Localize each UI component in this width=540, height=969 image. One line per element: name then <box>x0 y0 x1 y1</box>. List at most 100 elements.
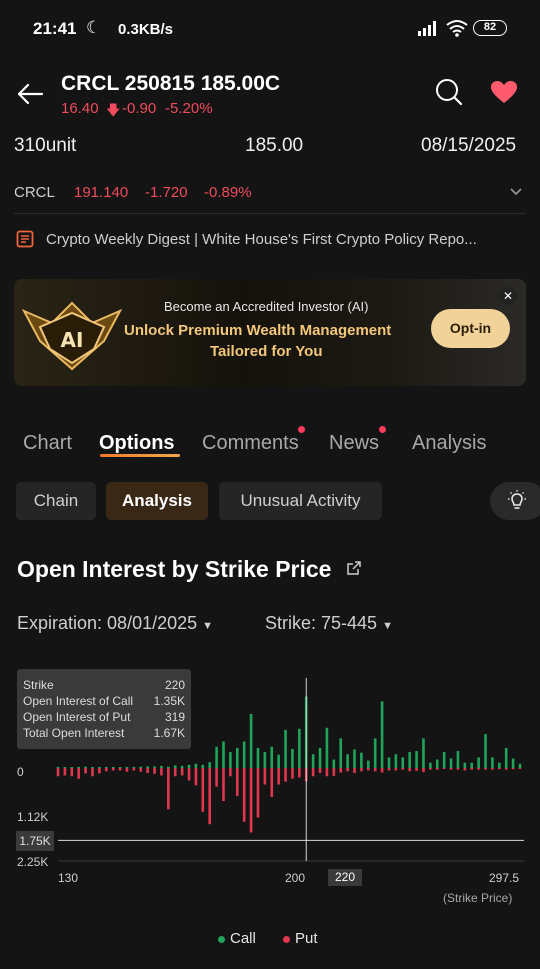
put-bar <box>63 768 67 776</box>
tooltip-value: 319 <box>164 710 185 724</box>
put-bar <box>511 768 515 770</box>
call-bar <box>263 752 267 768</box>
put-bar <box>456 768 460 770</box>
underlying-change-pct: -0.89% <box>204 184 252 201</box>
tab-comments[interactable]: Comments <box>202 432 299 455</box>
call-bar <box>291 748 294 768</box>
search-icon[interactable] <box>435 78 463 106</box>
put-bar <box>470 768 474 770</box>
put-bar <box>498 768 501 770</box>
call-bar <box>387 757 391 768</box>
x-tick-label: 297.5 <box>489 871 520 885</box>
tooltip-label: Open Interest of Put <box>23 710 131 724</box>
tooltip-value: 1.67K <box>153 726 185 740</box>
x-tick-label: 200 <box>285 871 306 885</box>
put-bar <box>311 768 315 777</box>
put-bar <box>387 768 391 771</box>
status-time: 21:41 <box>33 19 77 38</box>
call-bar <box>380 701 384 768</box>
put-bar <box>201 768 205 812</box>
put-bar <box>318 768 322 773</box>
tab-analysis[interactable]: Analysis <box>412 432 486 455</box>
banner-line2: Unlock Premium Wealth Management <box>124 322 392 339</box>
call-bar <box>146 766 149 768</box>
x-tick-label: 130 <box>58 871 79 885</box>
call-bar <box>511 758 515 768</box>
call-bar <box>339 738 343 768</box>
call-bar <box>463 762 467 768</box>
put-bar <box>325 768 329 777</box>
put-bar <box>491 768 494 770</box>
section-title: Open Interest by Strike Price <box>17 556 332 582</box>
call-bar <box>422 738 425 768</box>
news-headline[interactable]: Crypto Weekly Digest | White House's Fir… <box>46 231 516 248</box>
put-bar <box>125 768 129 772</box>
put-bar <box>449 768 453 770</box>
call-bar <box>56 766 60 768</box>
tab-news[interactable]: News <box>329 432 379 455</box>
promo-banner[interactable]: AI Become an Accredited Investor (AI) Un… <box>14 279 526 386</box>
call-bar <box>429 762 432 768</box>
put-bar <box>332 768 336 776</box>
put-bar <box>504 768 508 770</box>
legend-call[interactable]: Call <box>218 930 256 947</box>
call-bar <box>498 762 501 768</box>
ai-badge-logo: AI <box>22 301 122 371</box>
put-bar <box>422 768 425 773</box>
subtab-chain[interactable]: Chain <box>16 482 96 520</box>
tooltip-row: Open Interest of Put 319 <box>23 709 185 725</box>
underlying-row[interactable]: CRCL 191.140 -1.720 -0.89% <box>14 184 526 208</box>
put-bar <box>84 768 87 774</box>
back-arrow-icon[interactable] <box>16 80 44 108</box>
legend-call-label: Call <box>230 930 256 947</box>
put-bar <box>56 768 60 777</box>
x-axis-label: (Strike Price) <box>443 891 513 905</box>
put-bar <box>484 768 487 770</box>
call-bar <box>360 752 363 768</box>
close-icon[interactable]: ✕ <box>499 287 517 305</box>
caret-down-icon: ▼ <box>382 620 393 632</box>
y-tick-label: 0 <box>17 765 24 779</box>
call-bar <box>325 727 329 768</box>
tab-options[interactable]: Options <box>99 432 175 455</box>
legend-put[interactable]: Put <box>283 930 318 947</box>
tooltip-row: Strike 220 <box>23 677 185 693</box>
put-bar <box>98 768 101 774</box>
call-bar <box>222 741 225 768</box>
favorite-heart-icon[interactable] <box>490 80 518 104</box>
put-bar <box>249 768 253 833</box>
y-tick-label: 2.25K <box>17 855 49 869</box>
legend-put-label: Put <box>295 930 318 947</box>
strike-filter[interactable]: Strike: 75-445 ▼ <box>265 613 393 634</box>
opt-in-button[interactable]: Opt-in <box>431 309 510 348</box>
put-dot-icon <box>283 935 290 943</box>
put-bar <box>167 768 170 810</box>
put-bar <box>139 768 143 772</box>
call-bar <box>284 729 287 768</box>
call-dot-icon <box>218 935 225 943</box>
call-bar <box>201 764 205 768</box>
call-bar <box>215 746 218 768</box>
put-bar <box>442 768 446 769</box>
expiration-filter[interactable]: Expiration: 08/01/2025 ▼ <box>17 613 213 634</box>
put-bar <box>518 768 522 769</box>
caret-down-icon: ▼ <box>202 620 214 632</box>
put-bar <box>242 768 246 822</box>
call-bar <box>373 738 377 768</box>
subtab-analysis[interactable]: Analysis <box>106 482 208 520</box>
call-bar <box>229 752 232 768</box>
tab-chart[interactable]: Chart <box>23 432 72 455</box>
subtab-unusual-activity[interactable]: Unusual Activity <box>219 482 382 520</box>
put-bar <box>263 768 267 785</box>
call-bar <box>77 766 80 768</box>
tooltip-label: Open Interest of Call <box>23 694 134 708</box>
lightbulb-button[interactable] <box>490 482 540 520</box>
put-bar <box>298 768 301 778</box>
call-bar <box>435 759 439 768</box>
option-change-pct: -5.20% <box>165 100 213 117</box>
crosshair-y-value: 1.75K <box>16 831 54 851</box>
put-bar <box>215 768 218 787</box>
share-icon[interactable] <box>346 560 362 576</box>
expiration-label: Expiration: 08/01/2025 <box>17 613 198 633</box>
call-bar <box>249 714 253 768</box>
